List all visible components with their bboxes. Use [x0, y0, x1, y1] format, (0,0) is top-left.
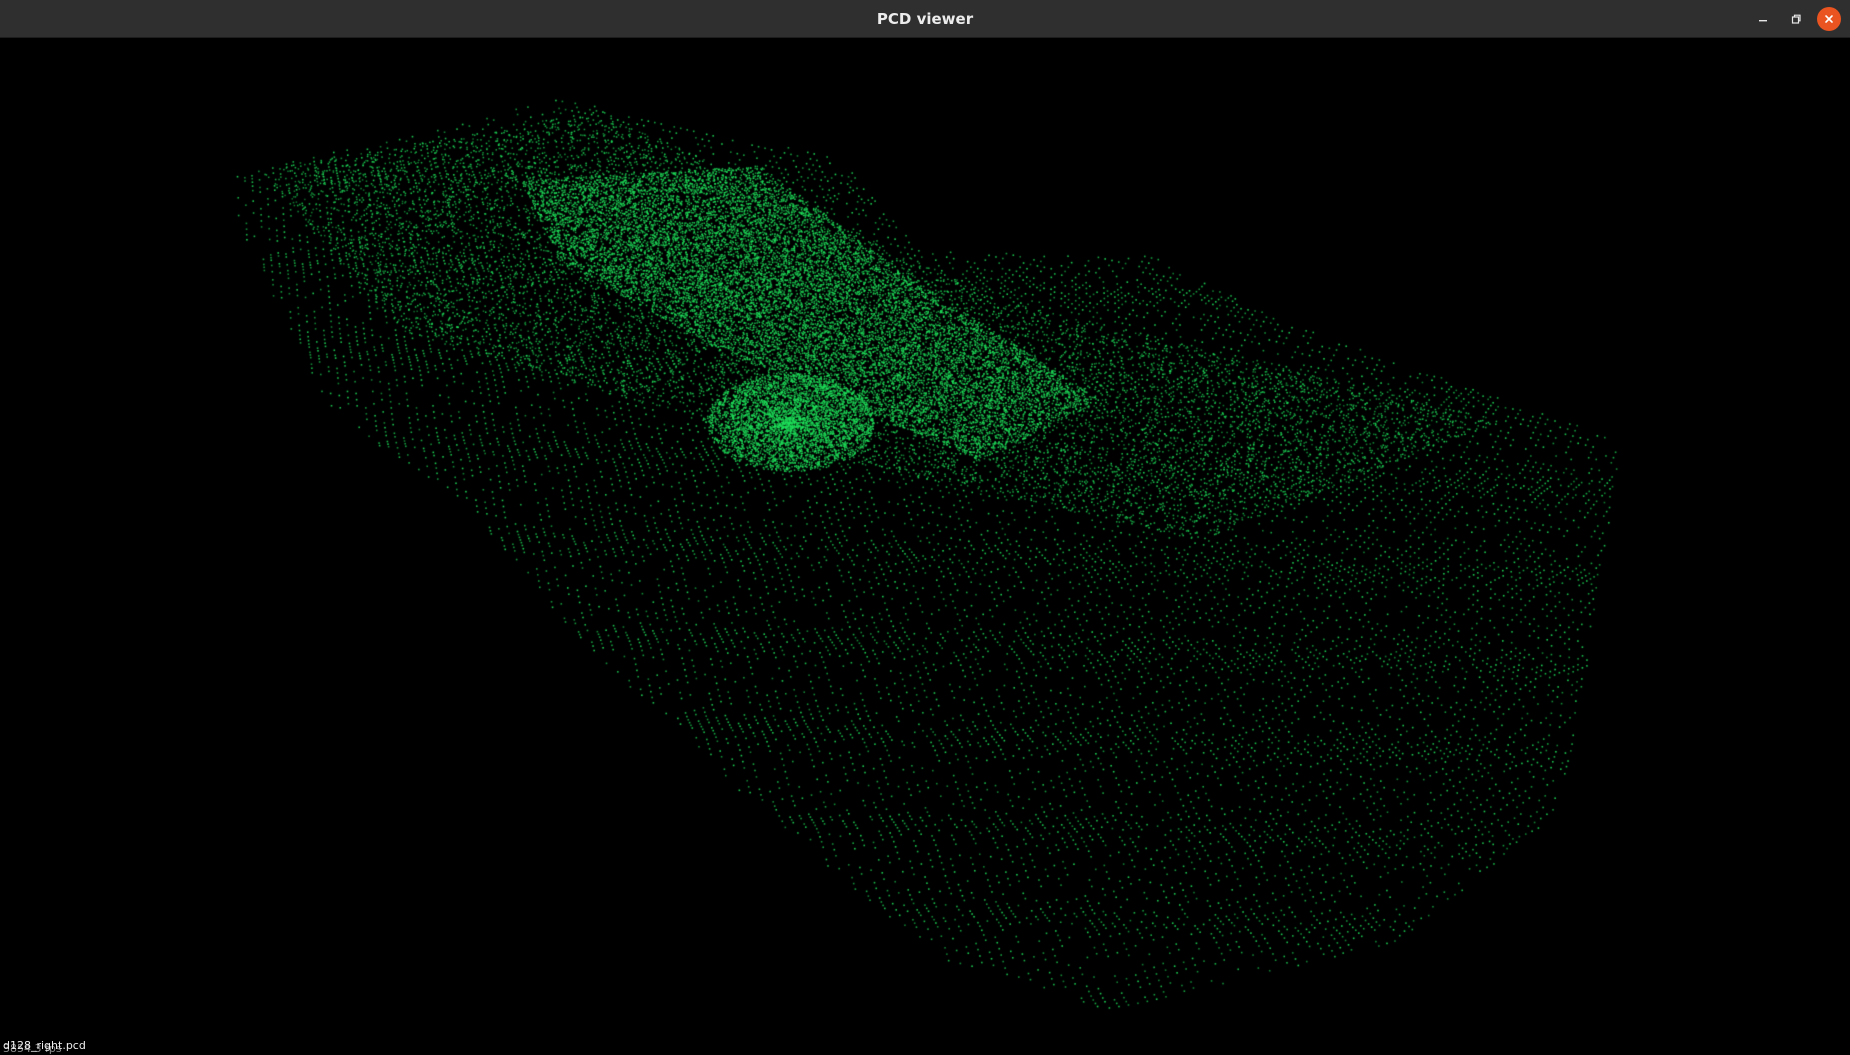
- minimize-button[interactable]: [1751, 7, 1775, 31]
- close-button[interactable]: [1817, 7, 1841, 31]
- restore-icon: [1791, 14, 1801, 24]
- status-overlay: 3854 3 fps d128_right.pcd: [3, 1039, 86, 1055]
- point-cloud-viewport[interactable]: 3854 3 fps d128_right.pcd: [0, 38, 1850, 1055]
- point-cloud-canvas[interactable]: [0, 38, 1850, 1055]
- minimize-icon: [1759, 20, 1767, 22]
- pcd-viewer-window: PCD viewer 3854 3 fps d128_right.pcd: [0, 0, 1850, 1055]
- window-title: PCD viewer: [876, 10, 974, 28]
- file-name-label: d128_right.pcd: [3, 1039, 86, 1052]
- close-icon: [1825, 15, 1833, 23]
- title-bar[interactable]: PCD viewer: [0, 0, 1850, 38]
- restore-button[interactable]: [1784, 7, 1808, 31]
